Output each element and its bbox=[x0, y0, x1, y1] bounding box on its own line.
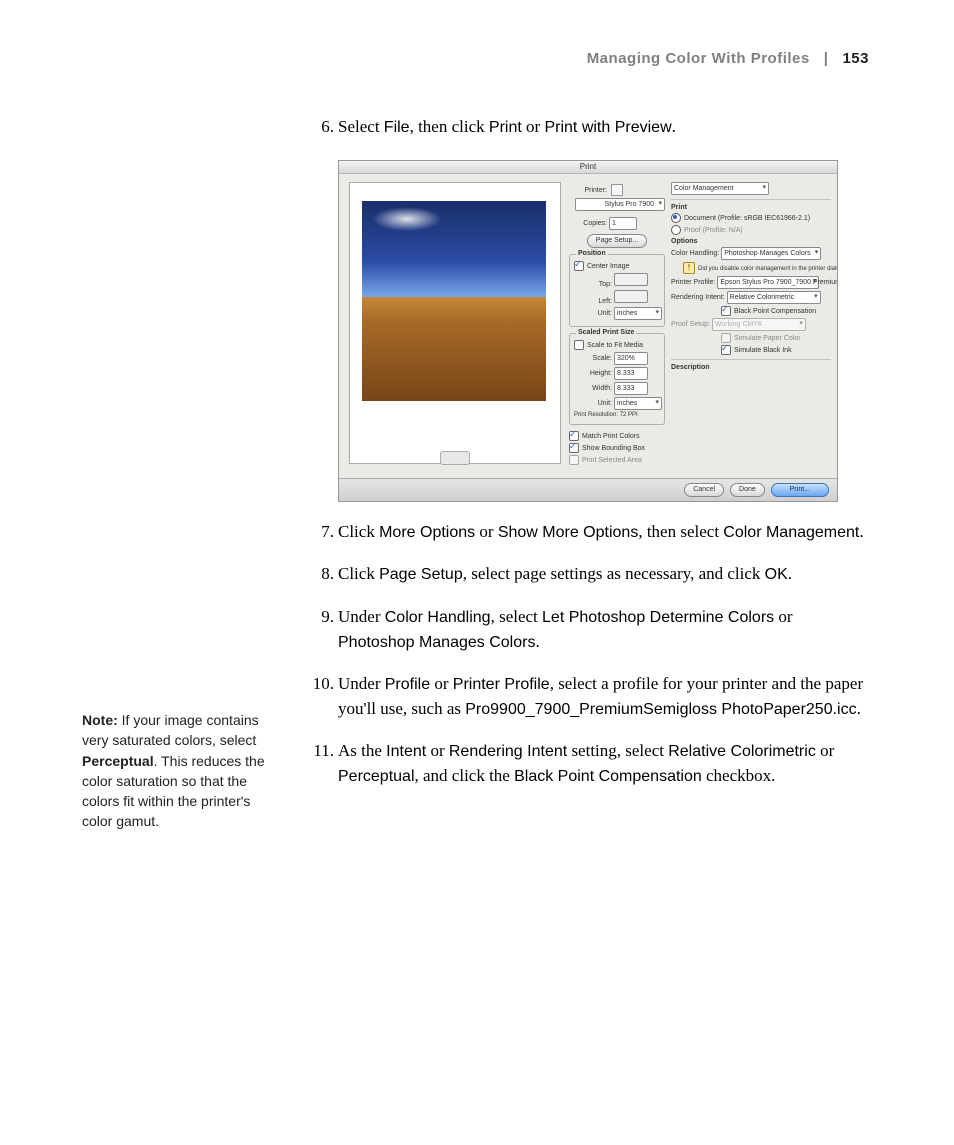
step-8: 8. Click Page Setup, select page setting… bbox=[300, 562, 870, 587]
bpc-checkbox[interactable] bbox=[721, 306, 731, 316]
sps-unit-select[interactable]: inches bbox=[614, 397, 662, 410]
printer-select[interactable]: Stylus Pro 7900 bbox=[575, 198, 665, 211]
note-label: Note: bbox=[82, 712, 118, 728]
print-settings-column: Printer: Stylus Pro 7900 Copies:1 Page S… bbox=[569, 182, 665, 467]
separator: | bbox=[824, 50, 829, 67]
print-section-label: Print bbox=[671, 204, 831, 211]
warning-icon: ! bbox=[683, 262, 695, 274]
print-selected-area-checkbox bbox=[569, 455, 579, 465]
scaled-print-size-fieldset: Scaled Print Size Scale to Fit Media Sca… bbox=[569, 333, 665, 425]
dialog-title: Print bbox=[339, 161, 837, 174]
proof-radio[interactable] bbox=[671, 225, 681, 235]
match-print-colors-checkbox[interactable] bbox=[569, 431, 579, 441]
position-fieldset: Position Center Image Top: Left: Unit:in… bbox=[569, 254, 665, 327]
step-6: 6. Select File, then click Print or Prin… bbox=[300, 115, 870, 140]
document-radio[interactable] bbox=[671, 213, 681, 223]
cancel-button[interactable]: Cancel bbox=[684, 483, 724, 497]
copies-input[interactable]: 1 bbox=[609, 217, 637, 230]
options-section-label: Options bbox=[671, 238, 831, 245]
color-management-select[interactable]: Color Management bbox=[671, 182, 769, 195]
print-resolution-text: Print Resolution: 72 PPI bbox=[574, 412, 660, 418]
description-area bbox=[671, 373, 831, 433]
rendering-intent-select[interactable]: Relative Colorimetric bbox=[727, 291, 821, 304]
width-input[interactable]: 8.333 bbox=[614, 382, 648, 395]
printer-label: Printer: bbox=[569, 187, 607, 194]
position-unit-select[interactable]: inches bbox=[614, 307, 662, 320]
preview-image bbox=[362, 201, 546, 401]
step-7: 7. Click More Options or Show More Optio… bbox=[300, 520, 870, 545]
preview-canvas bbox=[349, 182, 561, 464]
proof-setup-select: Working CMYK bbox=[712, 318, 806, 331]
height-input[interactable]: 8.333 bbox=[614, 367, 648, 380]
page-header: Managing Color With Profiles | 153 bbox=[587, 50, 869, 67]
step-9: 9. Under Color Handling, select Let Phot… bbox=[300, 605, 870, 654]
step-11: 11. As the Intent or Rendering Intent se… bbox=[300, 739, 870, 788]
center-image-checkbox[interactable] bbox=[574, 261, 584, 271]
printer-icon[interactable] bbox=[611, 184, 623, 196]
simulate-black-ink-checkbox[interactable] bbox=[721, 345, 731, 355]
copies-label: Copies: bbox=[569, 220, 607, 227]
print-dialog: Print Printer: Stylus Pro 7900 Copies:1 … bbox=[338, 160, 838, 502]
description-label: Description bbox=[671, 364, 831, 371]
chapter-title: Managing Color With Profiles bbox=[587, 50, 810, 67]
print-button[interactable]: Print... bbox=[771, 483, 829, 497]
page-number: 153 bbox=[842, 50, 869, 67]
top-input[interactable] bbox=[614, 273, 648, 286]
scale-to-fit-checkbox[interactable] bbox=[574, 340, 584, 350]
page-setup-button[interactable]: Page Setup... bbox=[587, 234, 647, 248]
printer-profile-select[interactable]: Epson Stylus Pro 7900_7900 PremiumS... bbox=[717, 276, 819, 289]
perceptual-term: Perceptual bbox=[82, 753, 154, 769]
simulate-paper-color-checkbox bbox=[721, 333, 731, 343]
scale-input[interactable]: 320% bbox=[614, 352, 648, 365]
done-button[interactable]: Done bbox=[730, 483, 765, 497]
show-bounding-box-checkbox[interactable] bbox=[569, 443, 579, 453]
color-management-column: Color Management Print Document (Profile… bbox=[671, 180, 831, 433]
margin-note: Note: If your image contains very satura… bbox=[82, 710, 267, 832]
dialog-footer: Cancel Done Print... bbox=[339, 478, 837, 501]
left-input[interactable] bbox=[614, 290, 648, 303]
step-10: 10. Under Profile or Printer Profile, se… bbox=[300, 672, 870, 721]
orientation-icons[interactable] bbox=[440, 451, 470, 465]
color-handling-select[interactable]: Photoshop Manages Colors bbox=[721, 247, 821, 260]
